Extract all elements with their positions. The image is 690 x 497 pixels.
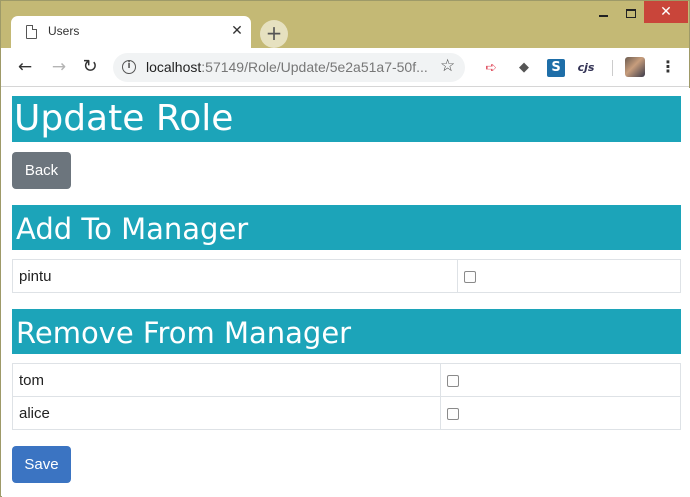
tab-title: Users	[48, 24, 80, 38]
checkbox-cell	[440, 363, 681, 397]
browser-window: Users ✕ + ✕ ← → ↻ i localhost:57149/Role…	[0, 0, 690, 497]
add-users-table: pintu	[12, 259, 681, 293]
remove-user-checkbox[interactable]	[447, 374, 459, 387]
toolbar-separator	[612, 60, 613, 76]
extension-icon[interactable]: cjs	[577, 59, 595, 77]
address-bar[interactable]: i localhost:57149/Role/Update/5e2a51a7-5…	[113, 53, 465, 82]
browser-toolbar: ← → ↻ i localhost:57149/Role/Update/5e2a…	[1, 48, 689, 87]
back-button[interactable]: Back	[12, 152, 71, 189]
save-button[interactable]: Save	[12, 446, 71, 483]
user-name: alice	[12, 396, 441, 430]
tab-users[interactable]: Users ✕	[11, 16, 251, 48]
table-row: tom	[12, 363, 681, 397]
url-text[interactable]: localhost:57149/Role/Update/5e2a51a7-50f…	[146, 59, 428, 75]
user-name: tom	[12, 363, 441, 397]
plus-icon[interactable]: +	[260, 20, 288, 48]
avatar[interactable]	[625, 57, 645, 77]
window-close-icon[interactable]: ✕	[644, 1, 688, 23]
table-row: pintu	[12, 259, 681, 293]
reload-icon[interactable]: ↻	[79, 56, 101, 78]
url-path: :57149/Role/Update/5e2a51a7-50f...	[201, 59, 428, 75]
remove-user-checkbox[interactable]	[447, 407, 459, 420]
extension-icon[interactable]: ➪	[482, 59, 500, 77]
extension-icon[interactable]: ◆	[515, 59, 533, 77]
add-user-checkbox[interactable]	[464, 270, 476, 283]
remove-section-title: Remove From Manager	[12, 309, 681, 354]
url-host: localhost	[146, 59, 202, 75]
menu-dots-icon[interactable]: ⋮	[660, 57, 676, 77]
star-icon[interactable]: ☆	[440, 56, 455, 76]
file-icon	[26, 25, 37, 39]
add-section-title: Add To Manager	[12, 205, 681, 250]
table-row: alice	[12, 396, 681, 430]
minimize-icon[interactable]	[589, 1, 617, 25]
checkbox-cell	[440, 396, 681, 430]
tab-strip: Users ✕ + ✕	[1, 1, 689, 48]
remove-users-table: tom alice	[12, 363, 681, 430]
user-name: pintu	[12, 259, 458, 293]
close-icon[interactable]: ✕	[229, 21, 245, 41]
checkbox-cell	[457, 259, 681, 293]
info-icon[interactable]: i	[122, 60, 136, 74]
page-title: Update Role	[12, 96, 681, 142]
extension-icon[interactable]: S	[547, 59, 565, 77]
page-content: Update Role Back Add To Manager pintu Re…	[2, 88, 690, 497]
forward-arrow-icon[interactable]: →	[48, 56, 70, 78]
back-arrow-icon[interactable]: ←	[14, 56, 36, 78]
maximize-icon[interactable]	[617, 1, 645, 25]
